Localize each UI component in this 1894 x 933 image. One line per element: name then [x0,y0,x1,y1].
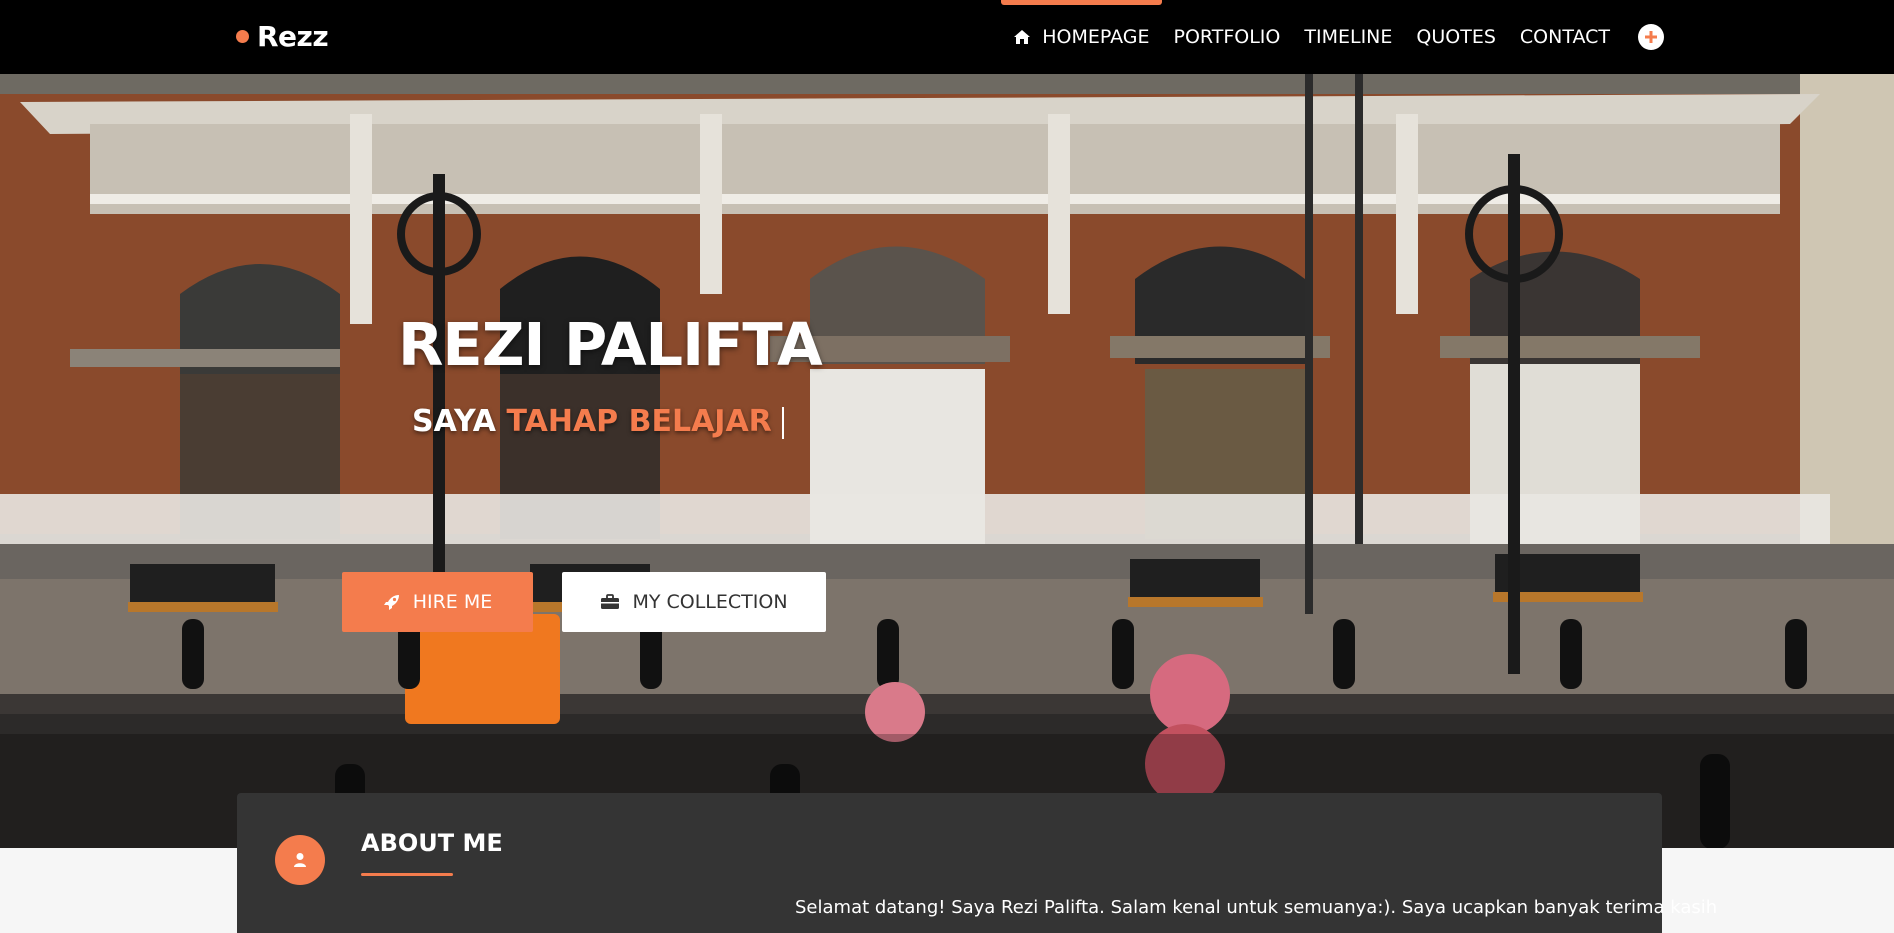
nav-item-homepage[interactable]: HOMEPAGE [1001,0,1162,74]
plus-icon [1645,31,1657,43]
rocket-icon [383,595,399,610]
about-card: ABOUT ME Selamat datang! Saya Rezi Palif… [237,793,1718,933]
navbar: Rezz HOMEPAGE PORTFOLIO TIMELINE QUOTES … [0,0,1894,74]
nav-item-label: PORTFOLIO [1173,26,1281,48]
nav-item-portfolio[interactable]: PORTFOLIO [1162,0,1293,74]
nav-item-label: QUOTES [1416,26,1496,48]
tagline-static: SAYA [412,404,497,439]
nav-item-label: TIMELINE [1304,26,1393,48]
nav-item-timeline[interactable]: TIMELINE [1292,0,1404,74]
nav-item-quotes[interactable]: QUOTES [1404,0,1508,74]
briefcase-icon [601,594,620,609]
typing-caret [781,406,784,439]
hire-me-button[interactable]: HIRE ME [342,572,533,632]
home-icon [1014,30,1031,44]
hero-section: REZI PALIFTA SAYA TAHAP BELAJAR HIRE ME … [0,74,1894,848]
hire-me-label: HIRE ME [412,591,493,613]
hero-name: REZI PALIFTA [398,310,823,379]
about-title-underline [361,873,453,876]
my-collection-label: MY COLLECTION [632,591,788,613]
user-icon [275,835,325,885]
hero-background-image [0,74,1894,848]
brand-dot [236,29,249,43]
nav-item-label: CONTACT [1519,26,1610,48]
nav-item-contact[interactable]: CONTACT [1508,0,1622,74]
brand-name: Rezz [257,19,329,53]
nav-menu: HOMEPAGE PORTFOLIO TIMELINE QUOTES CONTA… [1001,0,1664,74]
plus-circle-icon[interactable] [1638,24,1664,50]
nav-item-label: HOMEPAGE [1042,26,1150,48]
tagline-typed: TAHAP BELAJAR [506,404,772,439]
about-text: Selamat datang! Saya Rezi Palifta. Salam… [795,897,1718,918]
hero-tagline: SAYA TAHAP BELAJAR [412,404,784,439]
about-title: ABOUT ME [361,829,503,857]
brand-logo[interactable]: Rezz [236,18,329,54]
my-collection-button[interactable]: MY COLLECTION [562,572,826,632]
